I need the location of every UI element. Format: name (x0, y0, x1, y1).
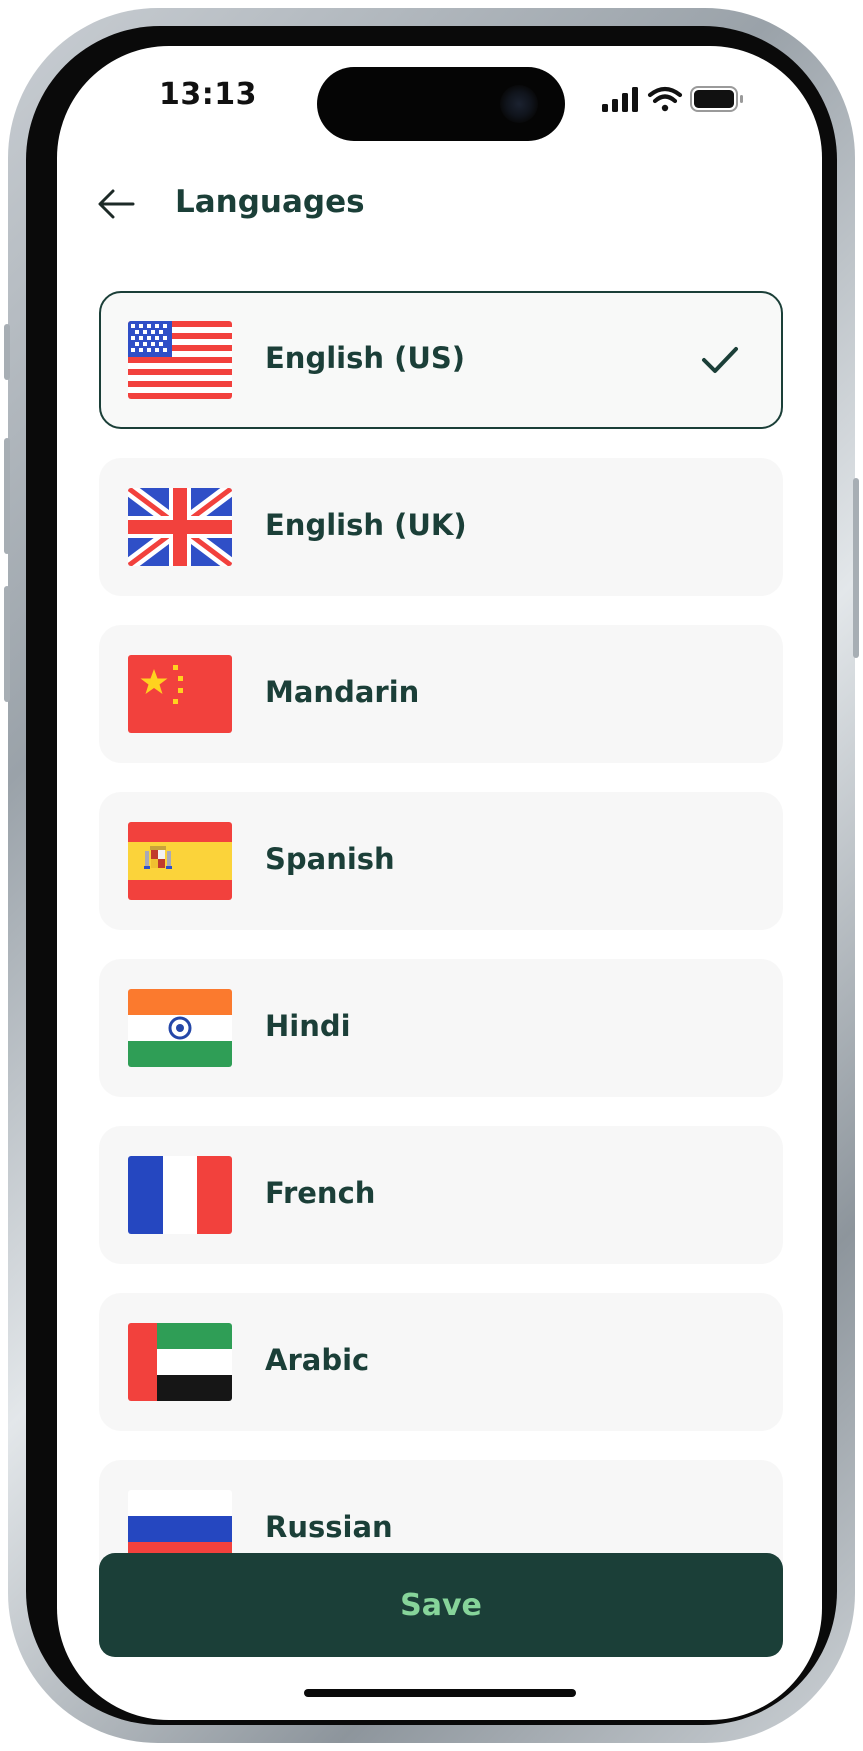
language-list: English (US) English (UK) Mandarin Spani… (57, 254, 822, 1569)
language-label: Russian (265, 1510, 393, 1544)
language-label: Arabic (265, 1343, 370, 1377)
volume-up-button (4, 438, 10, 554)
volume-down-button (4, 586, 10, 702)
page-title: Languages (175, 184, 365, 220)
language-option-arabic[interactable]: Arabic (99, 1293, 783, 1431)
language-option-mandarin[interactable]: Mandarin (99, 625, 783, 763)
china-flag-icon (128, 655, 232, 733)
language-label: English (US) (265, 341, 466, 375)
language-option-english-us[interactable]: English (US) (99, 291, 783, 429)
battery-icon (690, 86, 743, 112)
status-time: 13:13 (159, 77, 257, 112)
language-option-hindi[interactable]: Hindi (99, 959, 783, 1097)
arrow-left-icon (98, 189, 135, 219)
language-label: French (265, 1176, 376, 1210)
checkmark-icon (702, 347, 738, 373)
wifi-icon (647, 86, 683, 112)
signal-icon (602, 87, 638, 112)
status-icon-group (602, 86, 743, 112)
action-button (4, 324, 10, 380)
language-label: English (UK) (265, 508, 467, 542)
screen: 13:13 Languages English (US) English (UK… (57, 46, 822, 1720)
india-flag-icon (128, 989, 232, 1067)
language-option-french[interactable]: French (99, 1126, 783, 1264)
language-option-english-uk[interactable]: English (UK) (99, 458, 783, 596)
status-icons (602, 84, 762, 114)
dynamic-island (317, 67, 565, 141)
uk-flag-icon (128, 488, 232, 566)
language-label: Spanish (265, 842, 395, 876)
us-flag-icon (128, 321, 232, 399)
france-flag-icon (128, 1156, 232, 1234)
camera-icon (500, 85, 538, 123)
language-option-spanish[interactable]: Spanish (99, 792, 783, 930)
back-button[interactable] (95, 182, 139, 226)
phone-frame: 13:13 Languages English (US) English (UK… (4, 8, 859, 1743)
spain-flag-icon (128, 822, 232, 900)
power-button (853, 478, 859, 658)
home-indicator[interactable] (304, 1689, 576, 1697)
header: Languages (57, 164, 822, 244)
uae-flag-icon (128, 1323, 232, 1401)
language-label: Mandarin (265, 675, 420, 709)
language-label: Hindi (265, 1009, 351, 1043)
save-button[interactable]: Save (99, 1553, 783, 1657)
